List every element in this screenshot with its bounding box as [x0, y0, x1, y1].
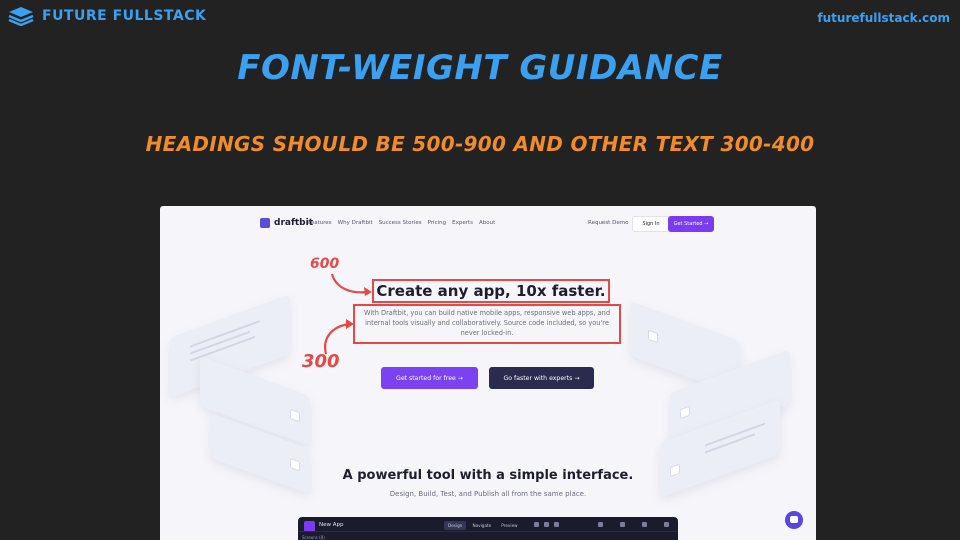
tab-preview[interactable]: Preview	[497, 521, 521, 530]
site-url[interactable]: futurefullstack.com	[817, 11, 950, 25]
curved-arrow-icon	[324, 319, 354, 355]
layout-icon[interactable]	[620, 522, 625, 527]
chat-widget-icon[interactable]	[785, 511, 803, 529]
draftbit-logo[interactable]: draftbit	[260, 218, 313, 228]
nav-link-pricing[interactable]: Pricing	[428, 220, 447, 226]
website-screenshot: draftbit Features Why Draftbit Success S…	[160, 206, 816, 540]
brand: FUTURE FULLSTACK	[8, 6, 206, 26]
tools-icon[interactable]	[664, 522, 669, 527]
nav-link-about[interactable]: About	[479, 220, 495, 226]
nav-link-features[interactable]: Features	[308, 220, 332, 226]
slide-subtitle: HEADINGS SHOULD BE 500-900 AND OTHER TEX…	[145, 132, 815, 156]
nav-link-experts[interactable]: Experts	[452, 220, 473, 226]
go-faster-experts-button[interactable]: Go faster with experts →	[489, 367, 594, 389]
sign-in-button[interactable]: Sign In	[632, 216, 670, 232]
curved-arrow-icon	[330, 273, 372, 296]
app-name: New App	[319, 522, 344, 528]
annotation-heading-weight: 600	[310, 256, 340, 272]
hero-title: Create any app, 10x faster.	[372, 279, 610, 303]
screens-label: Screens (8)	[302, 535, 325, 540]
app-subbar: Screens (8)	[298, 531, 678, 540]
slide-title: FONT-WEIGHT GUIDANCE	[237, 48, 723, 88]
database-icon[interactable]	[642, 522, 647, 527]
tab-design[interactable]: Design	[444, 521, 467, 530]
app-preview-toolbar: New App Design Navigate Preview Screens …	[298, 517, 678, 540]
nav-link-why-draftbit[interactable]: Why Draftbit	[338, 220, 373, 226]
request-demo-link[interactable]: Request Demo	[588, 220, 628, 226]
section-subtitle: Design, Build, Test, and Publish all fro…	[389, 490, 587, 498]
site-navbar: draftbit Features Why Draftbit Success S…	[160, 214, 816, 234]
tab-navigate[interactable]: Navigate	[468, 521, 495, 530]
hero-body: With Draftbit, you can build native mobi…	[353, 304, 621, 344]
brand-name: FUTURE FULLSTACK	[42, 8, 207, 24]
stacked-layers-icon	[8, 7, 34, 26]
nav-links: Features Why Draftbit Success Stories Pr…	[308, 220, 495, 226]
get-started-free-button[interactable]: Get started for free →	[381, 367, 478, 389]
brush-icon[interactable]	[598, 522, 603, 527]
share-icon[interactable]	[544, 522, 549, 527]
get-started-button[interactable]: Get Started →	[668, 216, 714, 232]
section-title: A powerful tool with a simple interface.	[342, 468, 634, 483]
nav-link-success-stories[interactable]: Success Stories	[379, 220, 422, 226]
draftbit-logo-icon	[260, 218, 270, 228]
settings-icon[interactable]	[554, 522, 559, 527]
app-tabs: Design Navigate Preview	[444, 521, 522, 530]
play-icon[interactable]	[534, 522, 539, 527]
